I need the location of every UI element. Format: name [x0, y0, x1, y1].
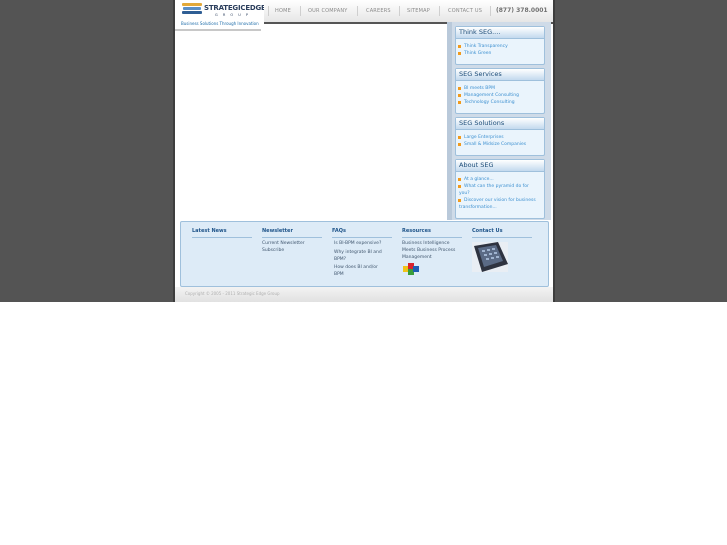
- bullet-icon: [458, 45, 461, 48]
- logo-divider: [175, 29, 261, 31]
- top-navigation: HOME OUR COMPANY CAREERS SITEMAP CONTACT…: [264, 0, 553, 24]
- footer-col-faqs: FAQs Is BI-BPM expensive? Why integrate …: [332, 228, 392, 279]
- sidebar-link[interactable]: Large Enterprises: [458, 134, 544, 141]
- sidebar-box-seg-services: SEG Services BI meets BPM Management Con…: [455, 68, 545, 114]
- footer-heading[interactable]: Latest News: [192, 228, 252, 238]
- footer-text[interactable]: Business Intelligence: [402, 241, 462, 248]
- nav-item-home[interactable]: HOME: [275, 8, 291, 14]
- bullet-icon: [458, 101, 461, 104]
- footer-link[interactable]: Current Newsletter: [262, 241, 322, 248]
- copyright-bar: Copyright © 2005 - 2011 Strategic Edge G…: [175, 287, 553, 302]
- footer-col-newsletter: Newsletter Current Newsletter Subscribe: [262, 228, 322, 255]
- bullet-icon: [458, 94, 461, 97]
- bullet-icon: [458, 199, 461, 202]
- footer-col-latest-news: Latest News: [192, 228, 252, 238]
- bullet-icon: [458, 185, 461, 188]
- puzzle-icon[interactable]: [402, 262, 420, 276]
- logo[interactable]: STRATEGICEDGE G R O U P Business Solutio…: [179, 2, 266, 30]
- sidebar-link[interactable]: Think Transparency: [458, 43, 544, 50]
- logo-subname: G R O U P: [215, 13, 251, 17]
- sidebar-link[interactable]: Think Green: [458, 50, 544, 57]
- phone-keypad-icon[interactable]: [472, 242, 508, 272]
- sidebar-box-about-seg: About SEG At a glance... What can the py…: [455, 159, 545, 219]
- footer-link[interactable]: Subscribe: [262, 248, 322, 255]
- sidebar-box-title: About SEG: [456, 160, 544, 172]
- sidebar-box-title: SEG Solutions: [456, 118, 544, 130]
- nav-separator: [399, 6, 400, 16]
- logo-tagline: Business Solutions Through Innovation: [181, 21, 259, 26]
- footer-panel: Latest News Newsletter Current Newslette…: [180, 221, 549, 287]
- bullet-icon: [458, 52, 461, 55]
- logo-name: STRATEGICEDGE: [204, 4, 266, 12]
- footer-text[interactable]: Meets Business Process: [402, 248, 462, 255]
- sidebar-box-title: Think SEG....: [456, 27, 544, 39]
- sidebar-link[interactable]: BI meets BPM: [458, 85, 544, 92]
- nav-separator: [357, 6, 358, 16]
- nav-item-contact-us[interactable]: CONTACT US: [448, 8, 482, 14]
- footer-heading[interactable]: FAQs: [332, 228, 392, 238]
- page-shadow-left: [173, 0, 175, 302]
- sidebar-link[interactable]: Technology Consulting: [458, 99, 544, 106]
- nav-item-careers[interactable]: CAREERS: [366, 8, 391, 14]
- footer-link[interactable]: Is BI-BPM expensive?: [334, 241, 392, 248]
- bullet-icon: [458, 87, 461, 90]
- footer-link[interactable]: Why integrate BI and: [334, 250, 392, 257]
- bullet-icon: [458, 143, 461, 146]
- logo-mark-icon: [182, 3, 202, 18]
- nav-separator: [490, 6, 491, 16]
- page-shadow-right: [553, 0, 555, 302]
- footer-heading[interactable]: Contact Us: [472, 228, 532, 238]
- sidebar-link-continued[interactable]: you?: [458, 190, 544, 197]
- phone-number: (877) 378.0001: [496, 7, 548, 14]
- bullet-icon: [458, 178, 461, 181]
- sidebar: Think SEG.... Think Transparency Think G…: [447, 22, 551, 220]
- nav-separator: [300, 6, 301, 16]
- sidebar-box-think-seg: Think SEG.... Think Transparency Think G…: [455, 26, 545, 65]
- sidebar-link[interactable]: At a glance...: [458, 176, 544, 183]
- sidebar-link[interactable]: Discover our vision for business: [458, 197, 544, 204]
- sidebar-link[interactable]: What can the pyramid do for: [458, 183, 544, 190]
- footer-link-continued[interactable]: BPM?: [334, 257, 392, 264]
- sidebar-box-seg-solutions: SEG Solutions Large Enterprises Small & …: [455, 117, 545, 156]
- footer-text[interactable]: Management: [402, 255, 462, 262]
- nav-item-sitemap[interactable]: SITEMAP: [407, 8, 430, 14]
- sidebar-rail: [447, 22, 452, 220]
- sidebar-link[interactable]: Small & Midsize Companies: [458, 141, 544, 148]
- nav-separator: [439, 6, 440, 16]
- page-container: STRATEGICEDGE G R O U P Business Solutio…: [173, 0, 555, 302]
- copyright-text: Copyright © 2005 - 2011 Strategic Edge G…: [185, 291, 280, 296]
- nav-item-our-company[interactable]: OUR COMPANY: [308, 8, 348, 14]
- footer-col-resources: Resources Business Intelligence Meets Bu…: [402, 228, 462, 275]
- footer-link-continued[interactable]: BPM: [334, 272, 392, 279]
- bullet-icon: [458, 136, 461, 139]
- footer-col-contact: Contact Us: [472, 228, 532, 272]
- sidebar-box-title: SEG Services: [456, 69, 544, 81]
- footer-heading[interactable]: Resources: [402, 228, 462, 238]
- sidebar-link[interactable]: Management Consulting: [458, 92, 544, 99]
- nav-separator: [268, 6, 269, 16]
- footer-heading[interactable]: Newsletter: [262, 228, 322, 238]
- sidebar-link-continued[interactable]: transformation...: [458, 204, 544, 211]
